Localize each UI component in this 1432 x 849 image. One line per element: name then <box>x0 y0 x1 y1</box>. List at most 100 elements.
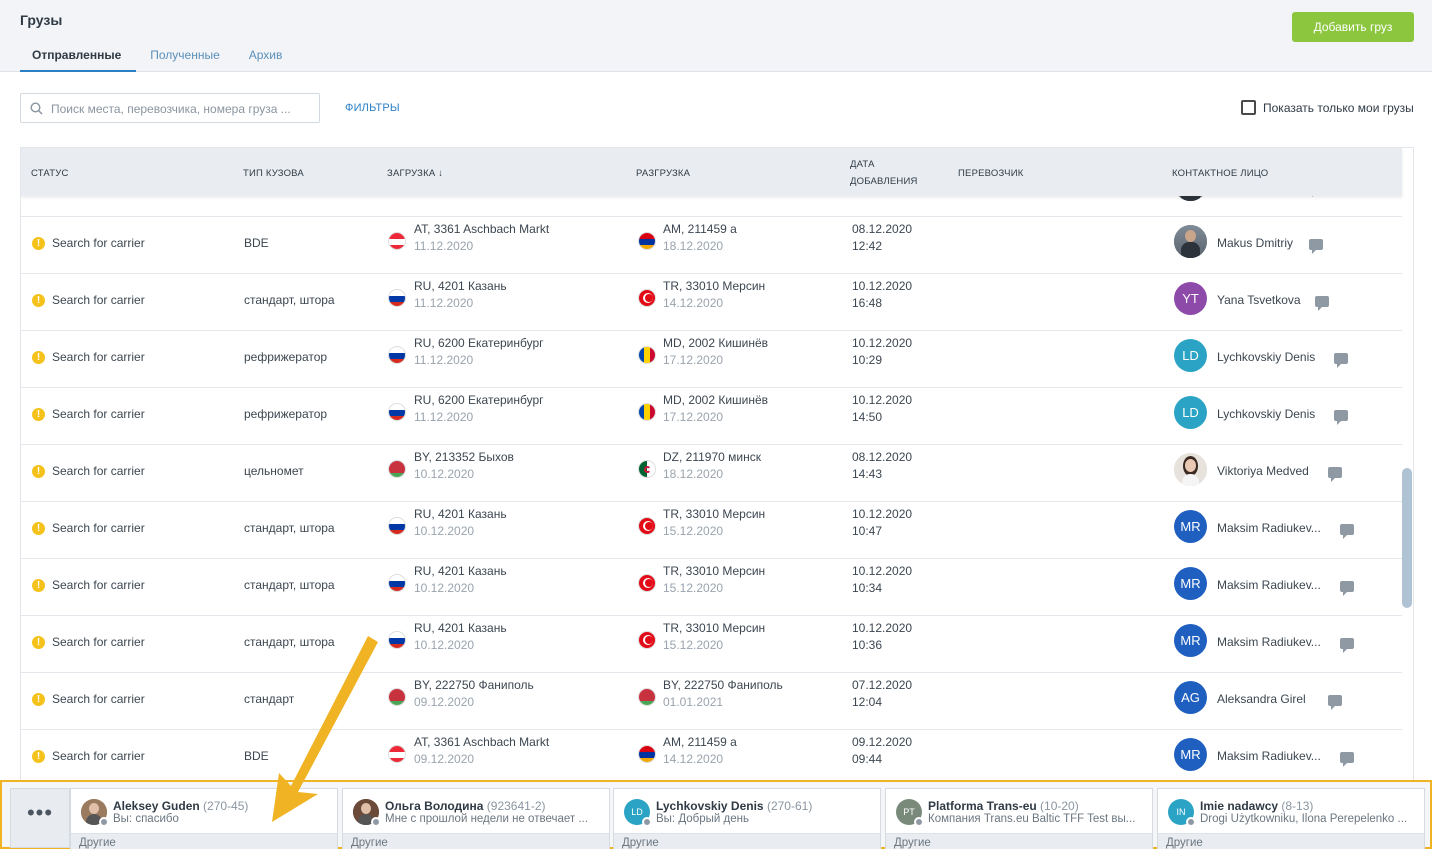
added-date: 10.12.2020 <box>852 564 913 578</box>
contact-name[interactable]: Lychkovskiy Denis <box>1217 350 1315 364</box>
search-icon <box>30 102 43 115</box>
added-time: 14:50 <box>852 410 883 424</box>
col-date-added-line2[interactable]: добавления <box>850 176 918 187</box>
presence-dot <box>99 817 109 827</box>
chat-icon[interactable] <box>1334 353 1348 368</box>
search-input[interactable] <box>51 100 313 118</box>
chat-count: (10-20) <box>1040 799 1079 813</box>
body-type: стандарт <box>244 692 295 706</box>
unload-location: AM, 211459 a <box>663 735 737 749</box>
chat-title: Platforma Trans-eu (10-20) <box>928 799 1079 813</box>
warning-icon: ! <box>32 636 45 649</box>
chat-more-button[interactable]: ••• <box>10 788 70 848</box>
contact-name[interactable]: Maksim Radiukev... <box>1217 521 1321 535</box>
contact-name[interactable]: Maksim Radiukev... <box>1217 635 1321 649</box>
table-scrollbar[interactable] <box>1402 468 1412 608</box>
unload-flag-icon <box>638 346 656 364</box>
table-row[interactable]: ! Search for carrier стандарт, штора RU,… <box>21 616 1402 673</box>
tab-archive[interactable]: Архив <box>237 48 298 72</box>
chat-card[interactable]: Aleksey Guden (270-45) Вы: спасибо Други… <box>70 788 338 849</box>
unload-date: 18.12.2020 <box>663 467 724 481</box>
unload-location: TR, 33010 Мерсин <box>663 279 766 293</box>
chat-card[interactable]: IN Imie nadawcy (8-13) Drogi Użytkowniku… <box>1157 788 1425 849</box>
table-row[interactable]: ! Search for carrier рефрижератор RU, 62… <box>21 388 1402 445</box>
tab-received[interactable]: Полученные <box>138 48 235 72</box>
chat-icon[interactable] <box>1340 638 1354 653</box>
added-time: 09:44 <box>852 752 883 766</box>
only-mine-checkbox[interactable]: Показать только мои грузы <box>1241 100 1414 115</box>
contact-avatar: LD <box>1174 339 1207 372</box>
filters-link[interactable]: ФИЛЬТРЫ <box>345 102 400 114</box>
load-date: 11.12.2020 <box>414 296 474 310</box>
added-time: 10:29 <box>852 353 883 367</box>
chat-icon[interactable] <box>1315 296 1329 311</box>
col-status[interactable]: Статус <box>31 168 69 179</box>
tab-sent[interactable]: Отправленные <box>20 48 137 72</box>
checkbox-box[interactable] <box>1241 100 1256 115</box>
chat-icon[interactable] <box>1340 752 1354 767</box>
contact-name[interactable]: Viktoriya Medved <box>1217 464 1309 478</box>
chat-card[interactable]: PT Platforma Trans-eu (10-20) Компания T… <box>885 788 1153 849</box>
chat-title: Aleksey Guden (270-45) <box>113 799 248 813</box>
add-cargo-button[interactable]: Добавить груз <box>1292 12 1414 42</box>
load-location: RU, 6200 Екатеринбург <box>414 336 544 350</box>
warning-icon: ! <box>32 693 45 706</box>
status-text: Search for carrier <box>52 692 145 706</box>
status-text: Search for carrier <box>52 236 145 250</box>
chat-icon[interactable] <box>1309 239 1323 254</box>
body-type: BDE <box>244 236 269 250</box>
table-row[interactable]: ! Search for carrier BDE AT, 3361 Aschba… <box>21 217 1402 274</box>
col-date-added-line1[interactable]: Дата <box>850 159 875 170</box>
chat-card[interactable]: LD Lychkovskiy Denis (270-61) Вы: Добрый… <box>613 788 881 849</box>
unload-date: 15.12.2020 <box>663 524 724 538</box>
warning-icon: ! <box>32 522 45 535</box>
chat-title: Lychkovskiy Denis (270-61) <box>656 799 812 813</box>
contact-name[interactable]: Makus Dmitriy <box>1217 236 1293 250</box>
unload-date: 18.12.2020 <box>663 239 724 253</box>
col-body-type[interactable]: Тип кузова <box>243 168 304 179</box>
load-flag-icon <box>388 346 406 364</box>
body-type: стандарт, штора <box>244 293 335 307</box>
table-row[interactable]: ! Search for carrier стандарт BY, 222750… <box>21 673 1402 730</box>
load-flag-icon <box>388 403 406 421</box>
contact-name[interactable]: Maksim Radiukev... <box>1217 578 1321 592</box>
presence-dot <box>371 817 381 827</box>
chat-icon[interactable] <box>1340 581 1354 596</box>
contact-avatar: MR <box>1174 738 1207 771</box>
presence-dot <box>1186 817 1196 827</box>
load-location: AT, 3361 Aschbach Markt <box>414 735 550 749</box>
contact-name[interactable]: Lychkovskiy Denis <box>1217 407 1315 421</box>
tabs: Отправленные Полученные Архив <box>20 48 297 72</box>
added-date: 10.12.2020 <box>852 621 913 635</box>
chat-title: Imie nadawcy (8-13) <box>1200 799 1313 813</box>
presence-dot <box>914 817 924 827</box>
load-date: 09.12.2020 <box>414 695 475 709</box>
contact-name[interactable]: Aleksandra Girel <box>1217 692 1306 706</box>
table-row[interactable]: ! Search for carrier стандарт, штора RU,… <box>21 559 1402 616</box>
chat-icon[interactable] <box>1328 695 1342 710</box>
col-carrier[interactable]: Перевозчик <box>958 168 1023 179</box>
chat-avatar: LD <box>624 799 652 827</box>
status-text: Search for carrier <box>52 749 145 763</box>
load-flag-icon <box>388 460 406 478</box>
unload-flag-icon <box>638 574 656 592</box>
unload-location: TR, 33010 Мерсин <box>663 621 766 635</box>
table-row[interactable]: ! Search for carrier рефрижератор RU, 62… <box>21 331 1402 388</box>
unload-flag-icon <box>638 688 656 706</box>
added-time: 12:04 <box>852 695 883 709</box>
contact-avatar: LD <box>1174 396 1207 429</box>
col-unloading[interactable]: Разгрузка <box>636 168 690 179</box>
table-row[interactable]: ! Search for carrier стандарт, штора RU,… <box>21 274 1402 331</box>
chat-icon[interactable] <box>1328 467 1342 482</box>
table-row[interactable]: ! Search for carrier BDE AT, 3361 Aschba… <box>21 730 1402 787</box>
table-row[interactable]: ! Search for carrier цельномет BY, 21335… <box>21 445 1402 502</box>
table-row[interactable]: ! Search for carrier стандарт, штора RU,… <box>21 502 1402 559</box>
contact-name[interactable]: Maksim Radiukev... <box>1217 749 1321 763</box>
contact-name[interactable]: Yana Tsvetkova <box>1217 293 1301 307</box>
col-loading[interactable]: Загрузка ↓ <box>387 168 443 179</box>
chat-card[interactable]: Ольга Володина (923641-2) Мне с прошлой … <box>342 788 610 849</box>
col-contact[interactable]: Контактное лицо <box>1172 168 1268 179</box>
chat-icon[interactable] <box>1340 524 1354 539</box>
load-location: AT, 3361 Aschbach Markt <box>414 222 550 236</box>
chat-icon[interactable] <box>1334 410 1348 425</box>
